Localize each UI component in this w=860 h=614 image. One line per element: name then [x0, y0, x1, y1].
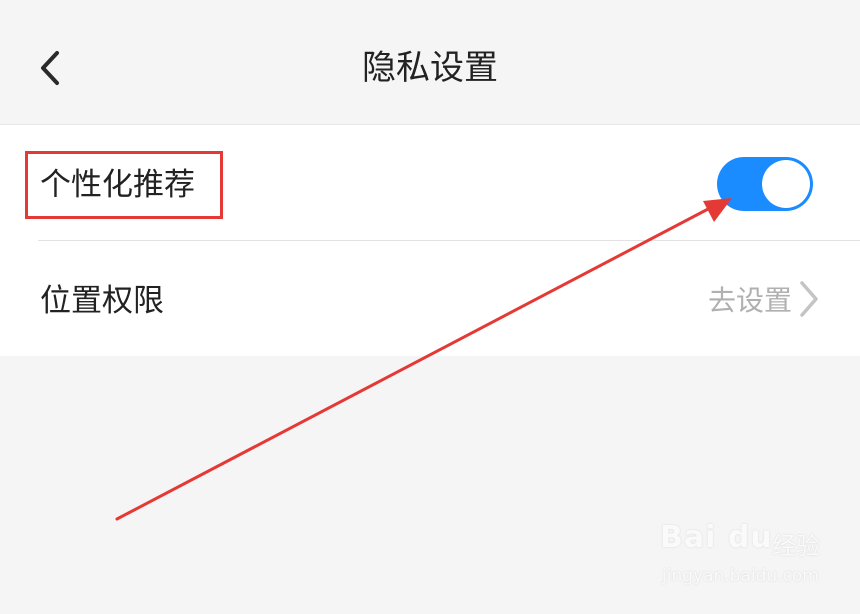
go-settings-button[interactable]: 去设置 — [708, 277, 820, 321]
watermark-logo: Bai du — [660, 520, 773, 555]
watermark-brand: 经验 — [772, 532, 820, 560]
watermark-url: jingyan.baidu.com — [662, 566, 819, 586]
chevron-right-icon — [800, 281, 818, 317]
header-bar: 隐私设置 — [0, 0, 860, 124]
baidu-jingyan-watermark: Bai du 经验 jingyan.baidu.com — [660, 520, 830, 600]
setting-row-personalized-recommendation: 个性化推荐 — [0, 125, 860, 241]
annotation-highlight-box — [25, 151, 223, 219]
toggle-knob — [762, 160, 810, 208]
go-settings-label: 去设置 — [707, 284, 792, 317]
personalized-recommendation-toggle[interactable] — [717, 157, 813, 211]
settings-list: 个性化推荐 位置权限 去设置 — [0, 124, 860, 356]
setting-row-location-permission[interactable]: 位置权限 去设置 — [0, 241, 860, 357]
page-title: 隐私设置 — [362, 48, 498, 88]
location-permission-label: 位置权限 — [40, 283, 164, 319]
